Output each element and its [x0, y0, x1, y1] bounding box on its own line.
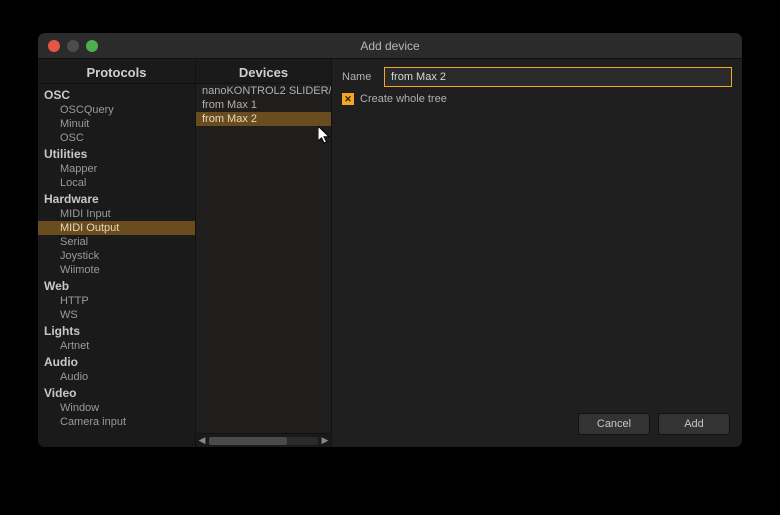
protocols-header: Protocols [38, 59, 195, 84]
protocol-item[interactable]: MIDI Output [38, 221, 195, 235]
protocol-item[interactable]: Mapper [38, 162, 195, 176]
minimize-icon[interactable] [67, 40, 79, 52]
protocol-item[interactable]: Camera input [38, 415, 195, 429]
devices-header: Devices [196, 59, 331, 84]
devices-list: nanoKONTROL2 SLIDER/KNOBfrom Max 1from M… [196, 84, 331, 433]
protocol-item[interactable]: Artnet [38, 339, 195, 353]
protocol-item[interactable]: WS [38, 308, 195, 322]
protocol-item[interactable]: Joystick [38, 249, 195, 263]
device-item[interactable]: from Max 2 [196, 112, 331, 126]
create-tree-label: Create whole tree [360, 93, 447, 105]
dialog-body: Protocols OSCOSCQueryMinuitOSCUtilitiesM… [38, 59, 742, 447]
protocol-category[interactable]: Lights [38, 322, 195, 339]
scroll-thumb[interactable] [209, 437, 287, 445]
protocol-category[interactable]: OSC [38, 86, 195, 103]
scroll-right-icon[interactable]: ▶ [319, 435, 331, 446]
form-area: Name ✕ Create whole tree [332, 59, 742, 113]
protocol-item[interactable]: Audio [38, 370, 195, 384]
close-icon[interactable] [48, 40, 60, 52]
protocol-item[interactable]: Window [38, 401, 195, 415]
protocol-item[interactable]: Local [38, 176, 195, 190]
window-controls [48, 40, 98, 52]
protocol-item[interactable]: MIDI Input [38, 207, 195, 221]
add-button[interactable]: Add [658, 413, 730, 435]
protocol-category[interactable]: Web [38, 277, 195, 294]
scroll-track[interactable] [209, 437, 318, 445]
protocols-tree: OSCOSCQueryMinuitOSCUtilitiesMapperLocal… [38, 84, 195, 431]
add-device-window: Add device Protocols OSCOSCQueryMinuitOS… [38, 33, 742, 447]
protocol-item[interactable]: OSCQuery [38, 103, 195, 117]
protocol-category[interactable]: Hardware [38, 190, 195, 207]
zoom-icon[interactable] [86, 40, 98, 52]
protocols-panel: Protocols OSCOSCQueryMinuitOSCUtilitiesM… [38, 59, 196, 447]
protocol-category[interactable]: Audio [38, 353, 195, 370]
protocol-category[interactable]: Video [38, 384, 195, 401]
protocol-item[interactable]: Minuit [38, 117, 195, 131]
protocol-item[interactable]: HTTP [38, 294, 195, 308]
scroll-left-icon[interactable]: ◀ [196, 435, 208, 446]
devices-hscrollbar[interactable]: ◀ ▶ [196, 433, 331, 447]
create-tree-checkbox[interactable]: ✕ [342, 93, 354, 105]
protocol-item[interactable]: Serial [38, 235, 195, 249]
protocol-item[interactable]: Wiimote [38, 263, 195, 277]
name-label: Name [342, 71, 384, 83]
cancel-button[interactable]: Cancel [578, 413, 650, 435]
create-tree-row[interactable]: ✕ Create whole tree [342, 93, 732, 105]
form-panel: Name ✕ Create whole tree Cancel Add [332, 59, 742, 447]
device-item[interactable]: from Max 1 [196, 98, 331, 112]
protocol-item[interactable]: OSC [38, 131, 195, 145]
name-row: Name [342, 67, 732, 87]
window-title: Add device [38, 39, 742, 53]
protocol-category[interactable]: Utilities [38, 145, 195, 162]
devices-panel: Devices nanoKONTROL2 SLIDER/KNOBfrom Max… [196, 59, 332, 447]
name-input[interactable] [384, 67, 732, 87]
titlebar: Add device [38, 33, 742, 59]
device-item[interactable]: nanoKONTROL2 SLIDER/KNOB [196, 84, 331, 98]
button-bar: Cancel Add [578, 413, 730, 435]
